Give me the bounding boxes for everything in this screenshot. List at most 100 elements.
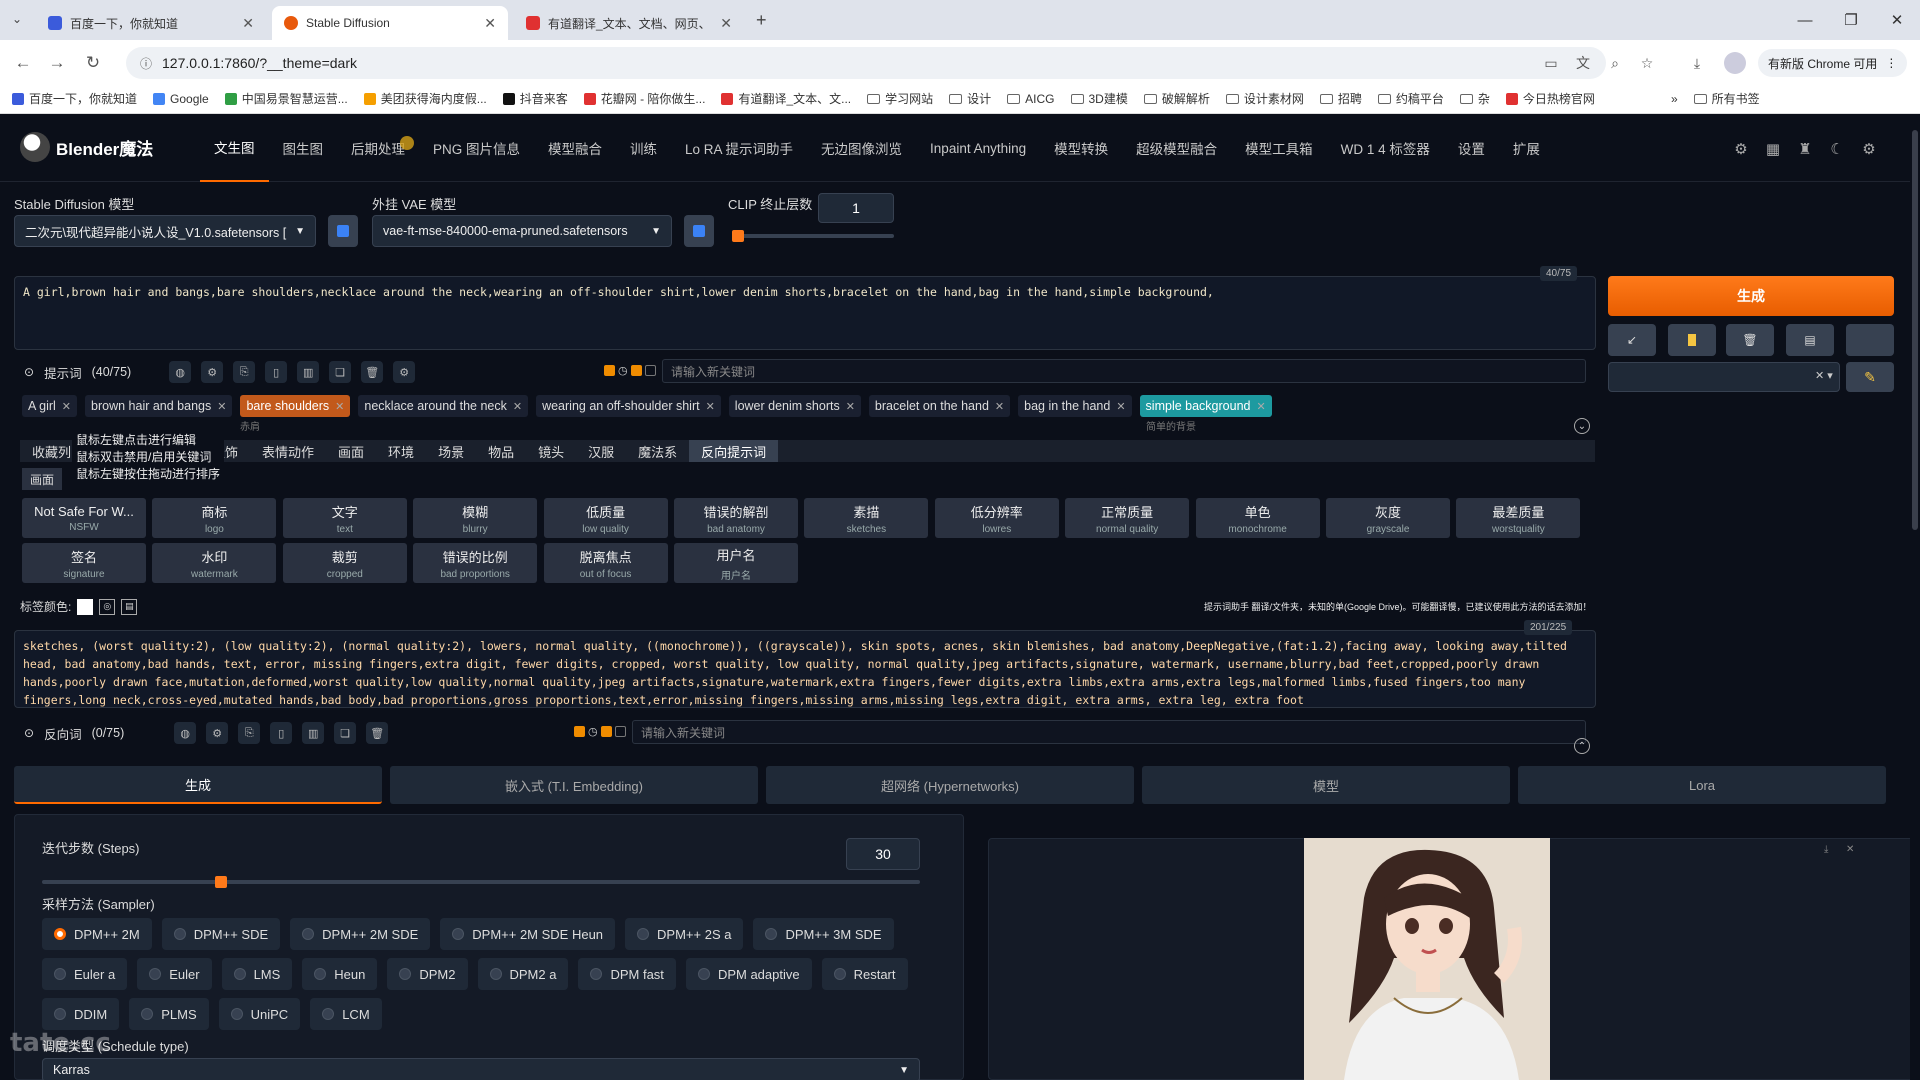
vae-dropdown[interactable]: vae-ft-mse-840000-ema-pruned.safetensors… — [372, 215, 672, 247]
category-tab[interactable]: 画面 — [326, 440, 376, 462]
prompt-tag[interactable]: bracelet on the hand ✕ — [868, 395, 1011, 417]
negative-tag-button[interactable]: Not Safe For W... NSFW — [22, 498, 146, 538]
checkbox-icon[interactable] — [600, 726, 612, 737]
all-bookmarks-button[interactable]: 所有书签 — [1693, 90, 1760, 107]
color-swatch-icon[interactable] — [77, 598, 94, 615]
prompt-tag[interactable]: bare shoulders ✕ — [240, 395, 351, 417]
prompt-tag[interactable]: brown hair and bangs ✕ — [85, 395, 233, 417]
tab-lora[interactable]: Lora — [1518, 766, 1886, 804]
negative-tag-button[interactable]: 低分辨率 lowres — [934, 498, 1059, 538]
category-tab[interactable]: 反向提示词 — [689, 440, 779, 462]
menu-item[interactable]: 文生图 — [200, 114, 269, 182]
category-tab[interactable]: 魔法系 — [626, 440, 689, 462]
expand-tags-icon[interactable]: ⌄ — [1574, 418, 1590, 434]
checkbox-icon[interactable] — [574, 726, 585, 737]
app-logo[interactable]: Blender魔法 — [20, 132, 153, 162]
remove-tag-icon[interactable]: ✕ — [1116, 400, 1125, 413]
restore-icon[interactable]: ❐ — [1828, 0, 1874, 40]
zoom-icon[interactable]: ⌕ — [1604, 52, 1626, 74]
bookmark-item[interactable]: 有道翻译_文本、文... — [721, 90, 851, 107]
style-select[interactable]: ✕ ▾ — [1608, 362, 1840, 392]
settings-icon[interactable]: ⚙ — [1858, 138, 1880, 160]
duplicate-icon[interactable]: ❏ — [334, 722, 357, 744]
prompt-textarea[interactable]: A girl,brown hair and bangs,bare shoulde… — [14, 276, 1596, 350]
forward-arrow-icon[interactable]: → — [44, 50, 70, 76]
browser-tab-stable-diffusion[interactable]: Stable Diffusion ✕ — [272, 6, 508, 40]
bookmark-item[interactable]: 约稿平台 — [1377, 90, 1444, 107]
steps-slider-track[interactable] — [42, 880, 920, 884]
menu-item[interactable]: WD 1 4 标签器 — [1327, 114, 1444, 182]
prompt-tag[interactable]: bag in the hand ✕ — [1018, 395, 1132, 417]
sampler-radio[interactable]: PLMS — [129, 998, 209, 1030]
remove-tag-icon[interactable]: ✕ — [846, 400, 855, 413]
extra-button[interactable] — [1846, 324, 1894, 356]
sampler-radio[interactable]: DPM++ 3M SDE — [753, 918, 894, 950]
collapse-chevron-icon[interactable]: ⊙ — [24, 365, 34, 379]
site-info-icon[interactable]: ⓘ — [140, 55, 152, 72]
minimize-icon[interactable]: — — [1782, 0, 1828, 40]
refresh-model-button[interactable] — [328, 215, 358, 247]
checkbox-icon[interactable] — [614, 726, 626, 737]
menu-item[interactable]: 超级模型融合 — [1122, 114, 1231, 182]
negative-tag-button[interactable]: 素描 sketches — [804, 498, 929, 538]
paste-button[interactable] — [1668, 324, 1716, 356]
translate-globe-icon[interactable]: ◍ — [169, 361, 192, 383]
bookmark-item[interactable]: Google — [153, 92, 209, 106]
category-tab[interactable]: 镜头 — [526, 440, 576, 462]
remove-tag-icon[interactable]: ✕ — [995, 400, 1004, 413]
tab-embedding[interactable]: 嵌入式 (T.I. Embedding) — [390, 766, 758, 804]
prompt-tag[interactable]: lower denim shorts ✕ — [728, 395, 861, 417]
tab-list-chevron-icon[interactable]: ⌄ — [12, 12, 22, 26]
clip-slider-thumb[interactable] — [732, 230, 744, 242]
checkbox-icon[interactable] — [630, 365, 642, 376]
sampler-radio[interactable]: DPM++ 2M — [42, 918, 152, 950]
negative-tag-button[interactable]: 商标 logo — [152, 498, 277, 538]
bookmarks-overflow-icon[interactable]: » — [1671, 92, 1678, 106]
bookmark-item[interactable]: 破解解析 — [1143, 90, 1210, 107]
translate-globe-icon[interactable]: ◍ — [174, 722, 197, 744]
collapse-chevron-icon[interactable]: ⊙ — [24, 726, 34, 740]
gear-small-icon[interactable]: ⚙ — [1730, 138, 1752, 160]
menu-item[interactable]: Inpaint Anything — [916, 114, 1040, 182]
bookmark-item[interactable]: 设计素材网 — [1225, 90, 1304, 107]
steps-input[interactable]: 30 — [846, 838, 920, 870]
sampler-radio[interactable]: Euler a — [42, 958, 128, 990]
trash-icon[interactable]: 🗑 — [361, 361, 384, 383]
download-icon[interactable]: ⤓ — [1686, 52, 1708, 74]
bookmark-item[interactable]: 百度一下，你就知道 — [12, 90, 137, 107]
menu-item[interactable]: Lo RA 提示词助手 — [671, 114, 807, 182]
checkbox-icon[interactable] — [644, 365, 656, 376]
negative-tag-button[interactable]: 最差质量 worstquality — [1456, 498, 1581, 538]
close-image-icon[interactable]: ✕ — [1846, 844, 1854, 855]
negative-keyword-input[interactable]: 请输入新关键词 — [632, 720, 1586, 744]
timer-icon[interactable]: ◷ — [618, 364, 628, 377]
color-reset-icon[interactable]: ▤ — [121, 598, 138, 615]
edit-style-button[interactable]: ✎ — [1846, 362, 1894, 392]
category-tab[interactable]: 汉服 — [576, 440, 626, 462]
sampler-radio[interactable]: DPM++ 2M SDE Heun — [440, 918, 616, 950]
bookmark-item[interactable]: 设计 — [949, 90, 991, 107]
sampler-radio[interactable]: DPM++ SDE — [161, 918, 281, 950]
negative-tag-button[interactable]: 正常质量 normal quality — [1065, 498, 1190, 538]
sampler-radio[interactable]: UniPC — [218, 998, 301, 1030]
prompt-tag[interactable]: simple background ✕ — [1139, 395, 1272, 417]
page-scroll-thumb[interactable] — [1912, 130, 1918, 530]
menu-item[interactable]: 扩展 — [1499, 114, 1554, 182]
bookmark-item[interactable]: 抖音来客 — [502, 90, 568, 107]
sampler-radio[interactable]: Restart — [821, 958, 908, 990]
grid-icon[interactable]: ▦ — [1762, 138, 1784, 160]
menu-item[interactable]: 无边图像浏览 — [807, 114, 916, 182]
category-tab[interactable]: 物品 — [476, 440, 526, 462]
sampler-radio[interactable]: LMS — [221, 958, 293, 990]
styles-button[interactable]: ▤ — [1786, 324, 1834, 356]
sampler-radio[interactable]: DPM++ 2M SDE — [290, 918, 431, 950]
menu-item[interactable]: 模型转换 — [1040, 114, 1122, 182]
negative-tag-button[interactable]: 错误的解剖 bad anatomy — [674, 498, 798, 538]
tab-close-icon[interactable]: ✕ — [720, 15, 732, 32]
negative-tag-button[interactable]: 低质量 low quality — [543, 498, 668, 538]
prompt-tag[interactable]: wearing an off-shoulder shirt ✕ — [536, 395, 721, 417]
bookmark-icon[interactable]: ▯ — [265, 361, 288, 383]
negative-prompt-textarea[interactable]: sketches, (worst quality:2), (low qualit… — [14, 630, 1596, 708]
negative-tag-button[interactable]: 文字 text — [282, 498, 407, 538]
bookmark-item[interactable]: 学习网站 — [867, 90, 933, 107]
